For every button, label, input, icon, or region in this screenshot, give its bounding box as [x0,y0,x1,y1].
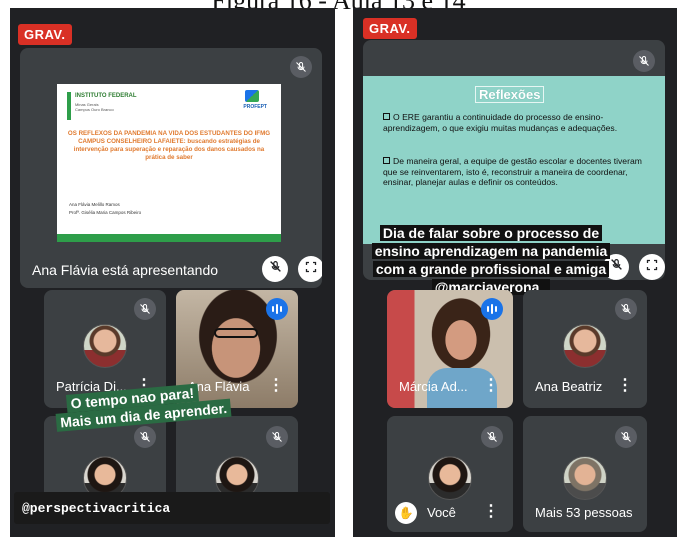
mic-off-icon [633,50,655,72]
participant-tile-you[interactable]: ✋ Você ⋮ [387,416,513,532]
raise-hand-button[interactable]: ✋ [395,502,417,524]
fullscreen-icon [646,258,658,276]
checkbox-bullet-icon [383,113,390,120]
avatar [563,324,607,368]
slide-campus-line2: Campus Ouro Branco [75,107,114,112]
audio-level-icon [266,298,288,320]
bullet-1-text: O ERE garantiu a continuidade do process… [383,112,618,133]
fullscreen-icon [305,260,317,278]
slide-institution: INSTITUTO FEDERAL [75,93,137,99]
mic-off-icon [290,56,312,78]
presenting-caption: Ana Flávia está apresentando [32,262,219,278]
more-vert-icon[interactable]: ⋮ [268,378,284,394]
mic-off-icon [481,426,503,448]
mic-off-icon [134,426,156,448]
presenter-mute-button[interactable] [262,256,288,282]
slide-green-band [67,92,71,120]
slide-bullet-2: De maneira geral, a equipe de gestão esc… [383,156,653,188]
recording-badge: GRAV. [363,18,417,39]
slide-title: Reflexões [475,86,545,103]
bullet-2-text: De maneira geral, a equipe de gestão esc… [383,156,642,188]
story-line-1: Dia de falar sobre o processo de [379,225,603,241]
participant-tile-marcia[interactable]: Márcia Ad... ⋮ [387,290,513,408]
slide-bullet-1: O ERE garantiu a continuidade do process… [383,112,653,133]
checkbox-bullet-icon [383,157,390,164]
presentation-slide: INSTITUTO FEDERAL Minas Gerais Campus Ou… [57,84,281,242]
audio-level-icon [481,298,503,320]
mic-off-icon [615,298,637,320]
more-participants-label: Mais 53 pessoas [535,505,633,520]
story-line-3: com a grande profissional e amiga [372,261,610,277]
participant-name: Márcia Ad... [399,379,468,394]
right-meet-screenshot: GRAV. Reflexões O ERE garantiu a continu… [353,8,677,537]
raise-hand-icon: ✋ [398,506,414,520]
mic-off-icon [134,298,156,320]
more-vert-icon[interactable]: ⋮ [483,378,499,394]
participant-name: Ana Beatriz [535,379,603,394]
more-participants-tile[interactable]: Mais 53 pessoas [523,416,647,532]
fullscreen-button[interactable] [639,254,665,280]
participant-tile-ana-beatriz[interactable]: Ana Beatriz ⋮ [523,290,647,408]
fullscreen-button[interactable] [298,256,322,282]
slide-program: PROFEPT [243,104,267,110]
more-vert-icon[interactable]: ⋮ [617,378,633,394]
more-vert-icon[interactable]: ⋮ [483,504,499,520]
avatar [428,456,472,500]
avatar [83,324,127,368]
presentation-slide: Reflexões O ERE garantiu a continuidade … [363,76,665,244]
slide-author: Ana Flávia Melillo Ramos [69,202,120,207]
presentation-tile[interactable]: INSTITUTO FEDERAL Minas Gerais Campus Ou… [20,48,322,288]
glasses [214,328,258,338]
story-line-2: ensino aprendizagem na pandemia [371,243,611,259]
slide-green-bar [57,234,281,242]
mention-handle[interactable]: @perspectivacritica [22,501,170,516]
participant-name: Você [427,505,456,520]
story-handle-box: @perspectivacritica [14,492,330,524]
story-caption: Dia de falar sobre o processo de ensino … [369,224,613,296]
mic-off-icon [615,426,637,448]
mic-off-icon [266,426,288,448]
recording-badge: GRAV. [18,24,72,45]
profept-logo [245,90,259,102]
avatar [563,456,607,500]
slide-advisor: Profª. Gisélia Maria Campos Ribeiro [69,210,142,215]
mic-off-icon [269,260,282,278]
slide-title: OS REFLEXOS DA PANDEMIA NA VIDA DOS ESTU… [67,130,271,161]
left-meet-screenshot: GRAV. INSTITUTO FEDERAL Minas Gerais Cam… [10,8,335,537]
